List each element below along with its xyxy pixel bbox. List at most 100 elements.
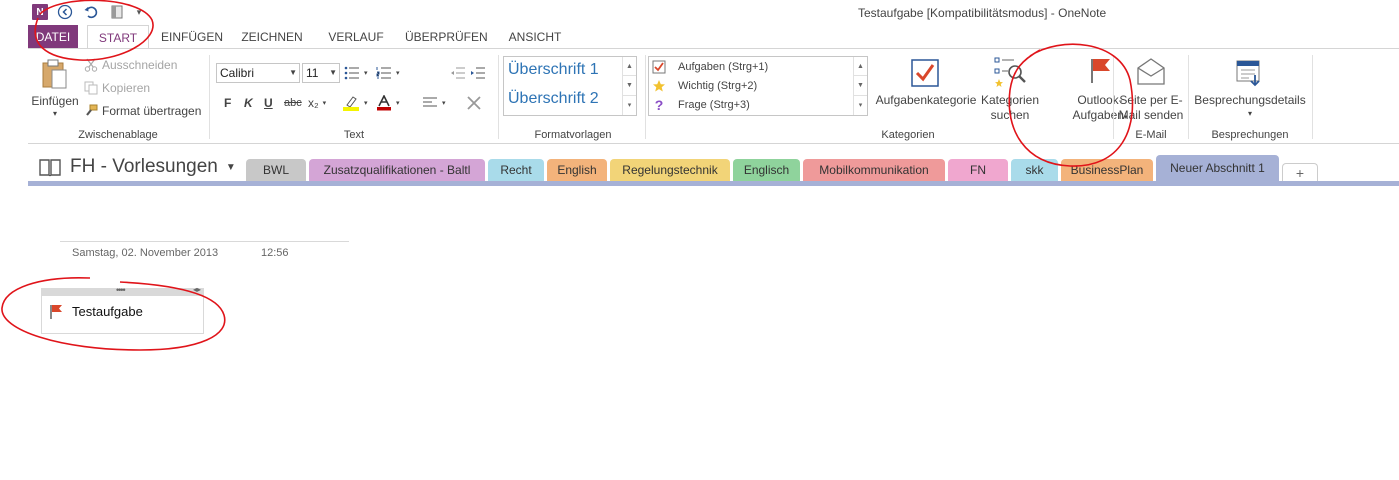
underline-button[interactable]: U	[264, 93, 273, 113]
section-tab-zusatzqualifikationen[interactable]: Zusatzqualifikationen - Baltl	[309, 159, 485, 181]
onenote-app-icon[interactable]: N	[32, 4, 48, 20]
tags-group: Aufgaben (Strg+1) Wichtig (Strg+2) ? Fra…	[648, 49, 1128, 143]
tab-ansicht[interactable]: ANSICHT	[503, 25, 567, 49]
email-page-icon[interactable]	[1136, 58, 1166, 89]
section-tab-regelungstechnik[interactable]: Regelungstechnik	[610, 159, 730, 181]
clipboard-group-label: Zwischenablage	[78, 129, 158, 141]
font-size-combo[interactable]: 11 ▼	[302, 63, 340, 83]
note-text[interactable]: Testaufgabe	[72, 304, 143, 319]
find-tags-line2[interactable]: suchen	[978, 108, 1042, 122]
font-name-combo[interactable]: Calibri ▼	[216, 63, 300, 83]
meetings-group-label: Besprechungen	[1211, 129, 1289, 141]
window-title: Testaufgabe [Kompatibilitätsmodus] - One…	[858, 6, 1107, 20]
section-tab-neuer-abschnitt-1[interactable]: Neuer Abschnitt 1	[1156, 155, 1279, 183]
tab-start[interactable]: START	[87, 25, 149, 50]
section-tab-businessplan[interactable]: BusinessPlan	[1061, 159, 1153, 181]
gallery-more-icon[interactable]: ▾	[854, 96, 867, 115]
font-dropdown-icon: ▼	[289, 68, 297, 77]
section-tab-skk[interactable]: skk	[1011, 159, 1058, 181]
tab-einfuegen[interactable]: EINFÜGEN	[159, 25, 225, 49]
scroll-up-icon[interactable]: ▲	[854, 57, 867, 77]
scroll-down-icon[interactable]: ▼	[623, 76, 636, 96]
find-tags-line1[interactable]: Kategorien	[978, 93, 1042, 107]
scroll-up-icon[interactable]: ▲	[623, 57, 636, 77]
tab-datei[interactable]: DATEI	[28, 25, 78, 49]
bullets-button[interactable]: ▾	[344, 63, 368, 83]
tags-gallery-scroll[interactable]: ▲ ▼ ▾	[853, 57, 867, 115]
styles-gallery-scroll[interactable]: ▲ ▼ ▾	[622, 57, 636, 115]
resize-arrows-icon[interactable]: ◂▸	[193, 285, 201, 294]
note-container[interactable]: •••• ◂▸ Testaufgabe	[41, 285, 204, 334]
scroll-down-icon[interactable]: ▼	[854, 76, 867, 96]
section-tab-fn[interactable]: FN	[948, 159, 1008, 181]
styles-gallery[interactable]: Überschrift 1 Überschrift 2 ▲ ▼ ▾	[503, 56, 637, 116]
gallery-more-icon[interactable]: ▾	[623, 96, 636, 115]
drag-grip-icon[interactable]: ••••	[116, 285, 126, 295]
meeting-dropdown-icon[interactable]: ▾	[1190, 107, 1310, 121]
checkbox-icon	[652, 60, 666, 74]
note-container-handle[interactable]: •••• ◂▸	[42, 285, 203, 296]
section-tab-recht[interactable]: Recht	[488, 159, 544, 181]
cut-button[interactable]: Ausschneiden	[84, 55, 177, 75]
tab-ueberpruefen[interactable]: ÜBERPRÜFEN	[405, 25, 488, 49]
meetings-group: Besprechungsdetails ▾ Besprechungen	[1190, 49, 1310, 143]
subscript-button[interactable]: x₂ ▾	[308, 93, 326, 113]
copy-button[interactable]: Kopieren	[84, 78, 150, 98]
paste-icon[interactable]	[40, 57, 68, 94]
email-page-line1[interactable]: Seite per E-	[1115, 93, 1187, 107]
meeting-details-button[interactable]: Besprechungsdetails	[1190, 93, 1310, 107]
section-underline	[28, 181, 1399, 186]
font-color-dropdown-icon: ▾	[396, 100, 400, 107]
meeting-details-icon[interactable]	[1235, 57, 1265, 90]
tab-zeichnen[interactable]: ZEICHNEN	[238, 25, 306, 49]
italic-button[interactable]: K	[244, 93, 253, 113]
flag-tag-icon[interactable]	[49, 304, 63, 323]
bold-button[interactable]: F	[224, 93, 231, 113]
section-tab-bwl[interactable]: BWL	[246, 159, 306, 181]
paste-dropdown-icon[interactable]: ▾	[28, 107, 82, 121]
outlook-flag-icon[interactable]	[1088, 57, 1114, 88]
strikethrough-button[interactable]: abc	[284, 93, 302, 113]
back-icon[interactable]	[56, 3, 74, 21]
tab-verlauf[interactable]: VERLAUF	[326, 25, 386, 49]
undo-icon[interactable]	[82, 3, 100, 21]
find-tags-icon[interactable]	[994, 57, 1028, 92]
email-page-line2[interactable]: Mail senden	[1115, 108, 1187, 122]
section-tab-mobilkommunikation[interactable]: Mobilkommunikation	[803, 159, 945, 181]
subscript-label: x₂	[308, 96, 319, 110]
scissors-icon	[84, 58, 98, 72]
ribbon: Einfügen ▾ Ausschneiden Kopieren Format …	[28, 48, 1399, 144]
notebook-bar: FH - Vorlesungen ▼ BWL Zusatzqualifikati…	[28, 144, 1399, 186]
section-tab-english[interactable]: English	[547, 159, 607, 181]
subscript-dropdown-icon: ▾	[322, 100, 327, 107]
add-section-button[interactable]: +	[1282, 163, 1318, 181]
qat-more-icon[interactable]: ▾	[134, 3, 144, 21]
paste-button[interactable]: Einfügen	[28, 94, 82, 108]
ribbon-tab-row: DATEI START EINFÜGEN ZEICHNEN VERLAUF ÜB…	[28, 25, 1399, 50]
tag-question-label: Frage (Strg+3)	[678, 99, 750, 111]
decrease-indent-button[interactable]	[450, 63, 466, 83]
todo-tag-icon[interactable]	[910, 58, 940, 91]
highlight-button[interactable]: ▾	[342, 93, 368, 113]
email-group-label: E-Mail	[1135, 129, 1167, 141]
numbering-button[interactable]: ▾	[376, 63, 400, 83]
style-heading2[interactable]: Überschrift 2	[508, 90, 599, 108]
tag-todo[interactable]: Aufgaben (Strg+1)	[652, 57, 768, 77]
tag-important[interactable]: Wichtig (Strg+2)	[652, 76, 757, 96]
delete-button[interactable]	[466, 93, 482, 113]
section-tab-englisch[interactable]: Englisch	[733, 159, 800, 181]
tag-todo-label: Aufgaben (Strg+1)	[678, 61, 769, 73]
tags-gallery[interactable]: Aufgaben (Strg+1) Wichtig (Strg+2) ? Fra…	[648, 56, 868, 116]
format-painter-button[interactable]: Format übertragen	[84, 101, 201, 121]
notebook-icon	[38, 157, 62, 177]
page-icon[interactable]	[108, 3, 126, 21]
font-color-button[interactable]: ▾	[376, 93, 400, 113]
increase-indent-button[interactable]	[470, 63, 486, 83]
notebook-selector[interactable]: FH - Vorlesungen ▼	[38, 156, 236, 178]
todo-tag-button[interactable]: Aufgabenkategorie	[874, 93, 978, 107]
text-group-label: Text	[343, 129, 365, 141]
style-heading1[interactable]: Überschrift 1	[508, 61, 599, 79]
tag-question[interactable]: ? Frage (Strg+3)	[652, 95, 750, 115]
align-button[interactable]: ▾	[422, 93, 446, 113]
align-dropdown-icon: ▾	[442, 100, 446, 107]
